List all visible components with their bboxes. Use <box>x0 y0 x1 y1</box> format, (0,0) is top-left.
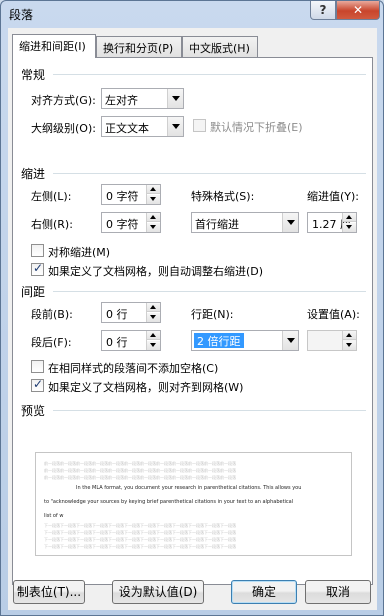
special-indent-value: 首行缩进 <box>195 218 239 231</box>
set-as-default-button[interactable]: 设为默认值(D) <box>112 580 204 604</box>
ok-button[interactable]: 确定 <box>231 580 297 604</box>
dialog-client-area: 缩进和间距(I) 换行和分页(P) 中文版式(H) 常规 对齐方式(G): 左对… <box>8 28 377 610</box>
dialog-title: 段落 <box>9 8 34 22</box>
spin-up-icon[interactable] <box>147 303 160 312</box>
help-button[interactable]: ? <box>310 1 336 20</box>
section-indentation-title: 缩进 <box>21 167 46 181</box>
preview-box: 前一段落前一段落前一段落前一段落前一段落前一段落前一段落前一段落前一段落前一段落… <box>35 452 352 556</box>
paragraph-dialog: 段落 ? ✕ 缩进和间距(I) 换行和分页(P) 中文版式(H) 常规 对齐方式… <box>0 0 384 616</box>
line-spacing-label: 行距(N): <box>191 308 234 321</box>
alignment-value: 左对齐 <box>105 94 138 107</box>
mirror-indents-checkbox[interactable] <box>31 244 44 257</box>
outline-level-label: 大纲级别(O): <box>31 122 96 135</box>
preview-prev-paragraph: 前一段落前一段落前一段落前一段落前一段落前一段落前一段落前一段落前一段落前一段落… <box>44 475 236 480</box>
section-preview-title: 预览 <box>21 404 46 418</box>
preview-page: 前一段落前一段落前一段落前一段落前一段落前一段落前一段落前一段落前一段落前一段落… <box>44 459 343 551</box>
chevron-down-icon <box>167 89 183 108</box>
special-indent-label: 特殊格式(S): <box>191 190 255 203</box>
preview-sample-line: list of w <box>44 513 64 519</box>
line-spacing-value: 2 倍行距 <box>194 333 244 348</box>
spacing-separator <box>53 291 366 292</box>
alignment-label: 对齐方式(G): <box>31 94 96 107</box>
chevron-down-icon <box>282 331 298 350</box>
preview-prev-paragraph: 前一段落前一段落前一段落前一段落前一段落前一段落前一段落前一段落前一段落前一段落… <box>44 468 236 473</box>
indent-left-value: 0 字符 <box>106 190 139 203</box>
mirror-indents-label: 对称缩进(M) <box>48 246 111 259</box>
no-space-same-style-label: 在相同样式的段落间不添加空格(C) <box>48 362 219 375</box>
indent-left-spinner[interactable]: 0 字符 <box>101 184 161 205</box>
preview-sample-line: to "acknowledge your sources by keying b… <box>44 499 294 505</box>
chevron-down-icon <box>167 117 183 136</box>
indent-left-label: 左侧(L): <box>31 190 72 203</box>
indent-right-label: 右侧(R): <box>31 218 73 231</box>
preview-next-paragraph: 下一段落下一段落下一段落下一段落下一段落下一段落下一段落下一段落下一段落下一段落… <box>44 530 236 535</box>
special-indent-select[interactable]: 首行缩进 <box>191 212 299 233</box>
indentation-separator <box>53 173 366 174</box>
tabs-button[interactable]: 制表位(T)... <box>13 580 85 604</box>
outline-level-value: 正文文本 <box>105 122 149 135</box>
collapse-default-checkbox[interactable] <box>193 119 206 132</box>
spacing-before-spinner[interactable]: 0 行 <box>101 302 161 323</box>
preview-separator <box>53 410 366 411</box>
preview-next-paragraph: 下一段落下一段落下一段落下一段落下一段落下一段落下一段落下一段落下一段落下一段落… <box>44 544 236 549</box>
collapse-default-label: 默认情况下折叠(E) <box>210 121 303 134</box>
spacing-after-label: 段后(F): <box>31 336 72 349</box>
tab-asian-typography[interactable]: 中文版式(H) <box>182 36 258 57</box>
chevron-down-icon <box>282 213 298 232</box>
snap-to-grid-checkbox[interactable] <box>31 377 44 392</box>
spin-up-icon[interactable] <box>343 213 356 222</box>
indent-right-spinner[interactable]: 0 字符 <box>101 212 161 233</box>
section-spacing-title: 间距 <box>21 285 46 299</box>
spacing-after-spinner[interactable]: 0 行 <box>101 330 161 351</box>
preview-next-paragraph: 下一段落下一段落下一段落下一段落下一段落下一段落下一段落下一段落下一段落下一段落… <box>44 537 236 542</box>
spin-down-icon[interactable] <box>343 223 356 232</box>
general-separator <box>53 74 366 75</box>
preview-next-paragraph: 下一段落下一段落下一段落下一段落下一段落下一段落下一段落下一段落下一段落下一段落… <box>44 523 236 528</box>
indent-right-value: 0 字符 <box>106 218 139 231</box>
tab-line-and-page-breaks[interactable]: 换行和分页(P) <box>96 36 182 57</box>
tab-indents-and-spacing[interactable]: 缩进和间距(I) <box>12 34 96 58</box>
spin-down-icon[interactable] <box>147 341 160 350</box>
spin-up-icon[interactable] <box>147 185 160 194</box>
line-spacing-select[interactable]: 2 倍行距 <box>191 330 299 351</box>
spacing-before-label: 段前(B): <box>31 308 73 321</box>
close-button[interactable]: ✕ <box>336 1 380 20</box>
spin-up-icon[interactable] <box>343 331 356 340</box>
tab-panel: 常规 对齐方式(G): 左对齐 大纲级别(O): 正文文本 默认情况下折叠(E)… <box>12 57 373 585</box>
spin-down-icon[interactable] <box>343 341 356 350</box>
indent-by-label: 缩进值(Y): <box>307 190 360 203</box>
preview-sample-line: In the MLA format, you document your res… <box>76 485 302 491</box>
outline-level-select[interactable]: 正文文本 <box>101 116 184 137</box>
auto-adjust-indent-label: 如果定义了文档网格，则自动调整右缩进(D) <box>48 265 264 278</box>
spacing-before-value: 0 行 <box>106 308 128 321</box>
spin-up-icon[interactable] <box>147 213 160 222</box>
snap-to-grid-label: 如果定义了文档网格，则对齐到网格(W) <box>48 381 244 394</box>
spin-down-icon[interactable] <box>147 195 160 204</box>
spin-up-icon[interactable] <box>147 331 160 340</box>
spacing-at-label: 设置值(A): <box>307 308 360 321</box>
indent-by-spinner[interactable]: 1.27 厘 <box>307 212 357 233</box>
section-general-title: 常规 <box>21 68 46 82</box>
auto-adjust-indent-checkbox[interactable] <box>31 261 44 276</box>
alignment-select[interactable]: 左对齐 <box>101 88 184 109</box>
preview-prev-paragraph: 前一段落前一段落前一段落前一段落前一段落前一段落前一段落前一段落前一段落前一段落… <box>44 461 236 466</box>
spin-down-icon[interactable] <box>147 223 160 232</box>
spacing-after-value: 0 行 <box>106 336 128 349</box>
cancel-button[interactable]: 取消 <box>305 580 371 604</box>
title-bar: 段落 ? ✕ <box>1 1 383 27</box>
no-space-same-style-checkbox[interactable] <box>31 360 44 373</box>
spin-down-icon[interactable] <box>147 313 160 322</box>
spacing-at-spinner[interactable] <box>307 330 357 351</box>
